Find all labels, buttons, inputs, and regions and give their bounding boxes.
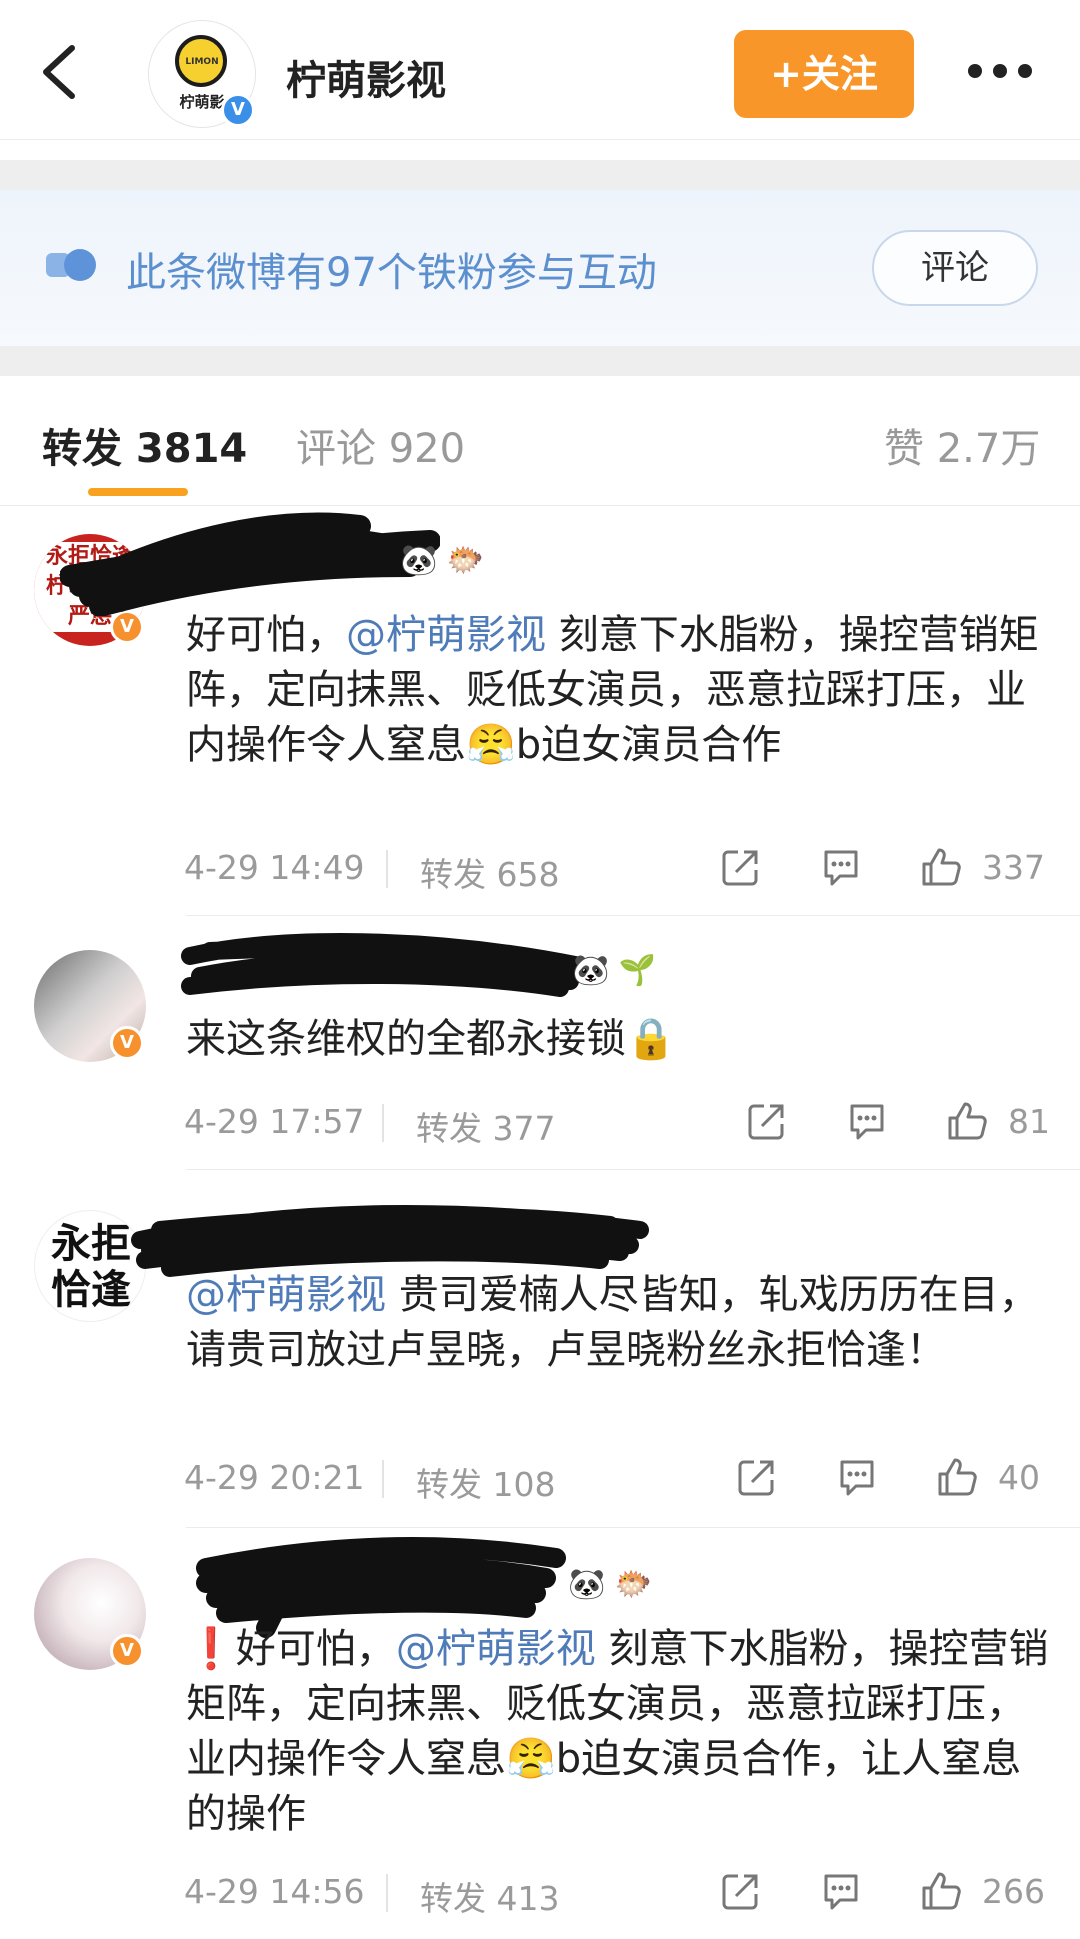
timestamp: 4-29 17:57: [184, 1102, 365, 1141]
mention-link[interactable]: @柠萌影视: [396, 1626, 596, 1672]
timestamp: 4-29 14:49: [184, 848, 365, 887]
mention-link[interactable]: @柠萌影视: [346, 612, 546, 658]
repost-meta: 4-29 17:57 转发 377 81: [184, 1096, 1054, 1148]
repost-count[interactable]: 转发 658: [420, 848, 559, 896]
like-count: 40: [998, 1458, 1040, 1497]
redaction-scribble: [181, 933, 589, 997]
pufferfish-icon: 🐡: [614, 1567, 653, 1602]
repost-meta: 4-29 20:21 转发 108 40: [184, 1452, 1054, 1504]
share-icon[interactable]: [736, 1456, 778, 1498]
redaction-scribble: [60, 512, 440, 616]
redaction-scribble: [131, 1204, 649, 1277]
repost-item[interactable]: 永拒恰逢 柠萌影视 严惩 V 🐼 🐡 好可怕，@柠萌影视 刻意下水脂粉，操控营销…: [0, 506, 1080, 916]
banner-comment-button[interactable]: 评论: [872, 230, 1038, 306]
repost-meta: 4-29 14:56 转发 413 266: [184, 1866, 1054, 1918]
fan-banner-text: 此条微博有97个铁粉参与互动: [126, 250, 657, 296]
repost-count[interactable]: 转发 108: [416, 1458, 555, 1506]
panda-icon: 🐼: [568, 1567, 606, 1602]
verified-icon: V: [221, 93, 255, 127]
section-separator: [0, 346, 1080, 376]
user-badges: 🐼 🐡: [568, 1566, 652, 1602]
section-separator: [0, 160, 1080, 190]
repost-count[interactable]: 转发 413: [420, 1872, 559, 1920]
repost-text: 好可怕，@柠萌影视 刻意下水脂粉，操控营销矩阵，定向抹黑、贬低女演员，恶意拉踩打…: [186, 612, 1039, 768]
fan-interaction-banner: 此条微博有97个铁粉参与互动 评论: [0, 190, 1080, 346]
avatar-text: 永拒 恰逢: [51, 1221, 131, 1313]
repost-item[interactable]: V 🐼 🐡 ❗好可怕，@柠萌影视 刻意下水脂粉，操控营销矩阵，定向抹黑、贬低女演…: [0, 1528, 1080, 1939]
repost-text: ❗好可怕，@柠萌影视 刻意下水脂粉，操控营销矩阵，定向抹黑、贬低女演员，恶意拉踩…: [186, 1626, 1049, 1837]
fan-badge-icon: [46, 249, 96, 281]
like-count: 81: [1008, 1102, 1050, 1141]
like-count: 266: [982, 1872, 1045, 1911]
top-bar: LIMON 柠萌影 V 柠萌影视 +关注: [0, 0, 1080, 140]
avatar[interactable]: V: [34, 1558, 146, 1670]
thumb-up-icon[interactable]: [946, 1100, 988, 1142]
interaction-tabs: 转发 3814 评论 920 赞 2.7万: [0, 376, 1080, 506]
share-icon[interactable]: [720, 846, 762, 888]
comment-icon[interactable]: [836, 1456, 878, 1498]
account-avatar[interactable]: LIMON 柠萌影 V: [148, 20, 256, 128]
follow-button[interactable]: +关注: [734, 30, 914, 118]
active-tab-indicator: [88, 488, 188, 496]
tab-repost[interactable]: 转发 3814: [42, 416, 247, 474]
user-badges: 🐼 🌱: [572, 952, 656, 988]
avatar[interactable]: V: [34, 950, 146, 1062]
verified-icon: V: [110, 1634, 144, 1668]
verified-icon: V: [110, 1026, 144, 1060]
repost-item[interactable]: V 🐼 🌱 来这条维权的全都永接锁🔒 4-29 17:57 转发 377 81: [0, 916, 1080, 1170]
mention-link[interactable]: @柠萌影视: [186, 1272, 386, 1318]
comment-icon[interactable]: [820, 1870, 862, 1912]
thumb-up-icon[interactable]: [920, 846, 962, 888]
thumb-up-icon[interactable]: [920, 1870, 962, 1912]
tab-comments[interactable]: 评论 920: [296, 416, 465, 474]
pufferfish-icon: 🐡: [446, 543, 485, 578]
thumb-up-icon[interactable]: [936, 1456, 978, 1498]
repost-text: @柠萌影视 贵司爱楠人尽皆知，轧戏历历在目，请贵司放过卢昱晓，卢昱晓粉丝永拒恰逢…: [186, 1272, 1039, 1373]
share-icon[interactable]: [746, 1100, 788, 1142]
share-icon[interactable]: [720, 1870, 762, 1912]
panda-icon: 🐼: [400, 543, 438, 578]
tab-likes[interactable]: 赞 2.7万: [884, 416, 1040, 474]
repost-text: 来这条维权的全都永接锁🔒: [186, 1016, 676, 1062]
panda-icon: 🐼: [572, 953, 610, 988]
repost-count[interactable]: 转发 377: [416, 1102, 555, 1150]
sprout-icon: 🌱: [618, 953, 657, 988]
more-dots-icon[interactable]: [965, 56, 1035, 86]
page-title: 柠萌影视: [286, 58, 446, 104]
like-count: 337: [982, 848, 1045, 887]
timestamp: 4-29 14:56: [184, 1872, 365, 1911]
repost-item[interactable]: 永拒 恰逢 @柠萌影视 贵司爱楠人尽皆知，轧戏历历在目，请贵司放过卢昱晓，卢昱晓…: [0, 1170, 1080, 1528]
repost-meta: 4-29 14:49 转发 658 337: [184, 842, 1054, 894]
comment-icon[interactable]: [846, 1100, 888, 1142]
logo-small-text: LIMON: [185, 57, 219, 67]
user-badges: 🐼 🐡: [400, 542, 484, 578]
comment-icon[interactable]: [820, 846, 862, 888]
timestamp: 4-29 20:21: [184, 1458, 365, 1497]
back-arrow-icon[interactable]: [38, 42, 82, 102]
